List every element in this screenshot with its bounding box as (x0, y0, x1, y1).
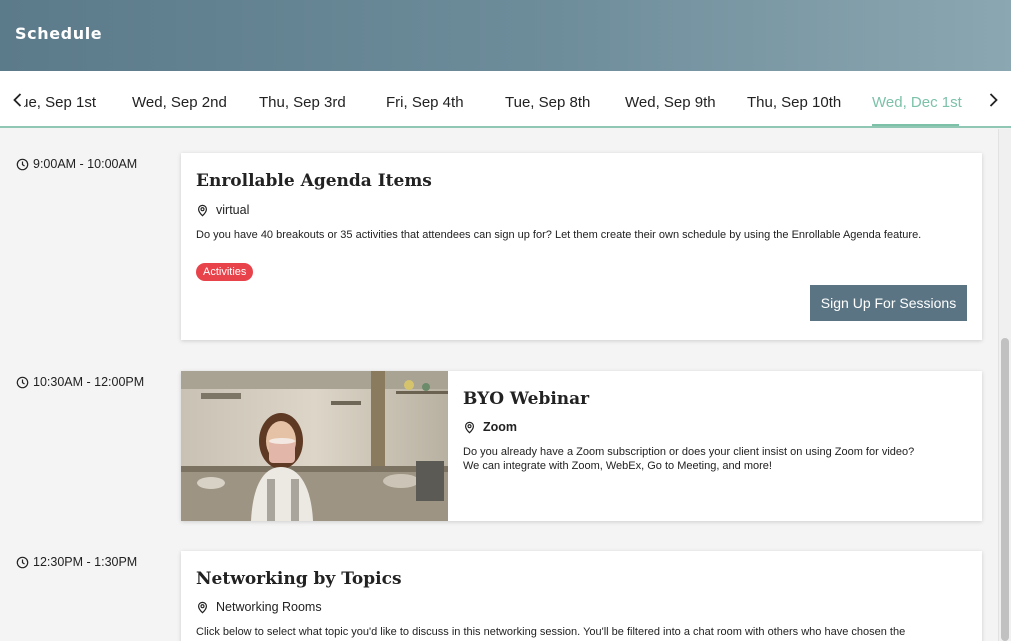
session-title: BYO Webinar (463, 389, 590, 409)
app-header: Schedule (0, 0, 1011, 71)
session-location: Networking Rooms (196, 600, 322, 614)
session-location: Zoom (463, 420, 517, 434)
date-tab[interactable]: Wed, Sep 9th (625, 94, 716, 111)
session-time: 9:00AM - 10:00AM (16, 157, 137, 171)
session-time-label: 12:30PM - 1:30PM (33, 555, 138, 569)
active-tab-indicator (872, 124, 959, 126)
session-location-label: virtual (216, 203, 250, 217)
date-tab-label: Tue, Sep 1st (24, 94, 96, 111)
date-tab-active[interactable]: Wed, Dec 1st (872, 94, 962, 111)
scrollbar-thumb[interactable] (1001, 338, 1009, 641)
category-tag: Activities (196, 263, 254, 281)
session-title: Enrollable Agenda Items (196, 171, 432, 191)
schedule-list: 9:00AM - 10:00AM Enrollable Agenda Items… (0, 129, 1000, 641)
description-line: Do you already have a Zoom subscription … (463, 446, 915, 458)
session-time: 10:30AM - 12:00PM (16, 375, 144, 389)
session-description: Click below to select what topic you'd l… (196, 626, 906, 638)
sign-up-button[interactable]: Sign Up For Sessions (810, 285, 967, 321)
session-card[interactable]: BYO Webinar Zoom Do you already have a Z… (181, 371, 982, 521)
location-pin-icon (197, 204, 208, 217)
date-tab[interactable]: Thu, Sep 3rd (259, 94, 346, 111)
clock-icon (16, 556, 29, 568)
clock-icon (16, 158, 29, 170)
session-description: Do you already have a Zoom subscription … (463, 445, 968, 473)
description-line: We can integrate with Zoom, WebEx, Go to… (463, 460, 772, 472)
session-time-label: 9:00AM - 10:00AM (33, 157, 138, 171)
page-title: Schedule (15, 24, 103, 43)
date-tab[interactable]: Tue, Sep 8th (505, 94, 590, 111)
date-tab[interactable]: Thu, Sep 10th (747, 94, 841, 111)
clock-icon (16, 376, 29, 388)
chevron-right-icon[interactable] (984, 91, 1002, 109)
session-title: Networking by Topics (196, 569, 402, 589)
date-tab[interactable]: Tue, Sep 1st (24, 94, 96, 111)
session-location-label: Zoom (483, 420, 518, 434)
date-tab[interactable]: Wed, Sep 2nd (132, 94, 227, 111)
session-card[interactable]: Enrollable Agenda Items virtual Do you h… (181, 153, 982, 340)
session-image (181, 371, 448, 521)
session-location: virtual (196, 203, 249, 217)
session-card[interactable]: Networking by Topics Networking Rooms Cl… (181, 551, 982, 641)
session-time-label: 10:30AM - 12:00PM (33, 375, 145, 389)
date-navigation: Tue, Sep 1st Wed, Sep 2nd Thu, Sep 3rd F… (0, 71, 1011, 128)
session-location-label: Networking Rooms (216, 600, 322, 614)
session-time: 12:30PM - 1:30PM (16, 555, 137, 569)
location-pin-icon (464, 421, 475, 434)
location-pin-icon (197, 601, 208, 614)
session-description: Do you have 40 breakouts or 35 activitie… (196, 229, 922, 241)
date-tab[interactable]: Fri, Sep 4th (386, 94, 464, 111)
